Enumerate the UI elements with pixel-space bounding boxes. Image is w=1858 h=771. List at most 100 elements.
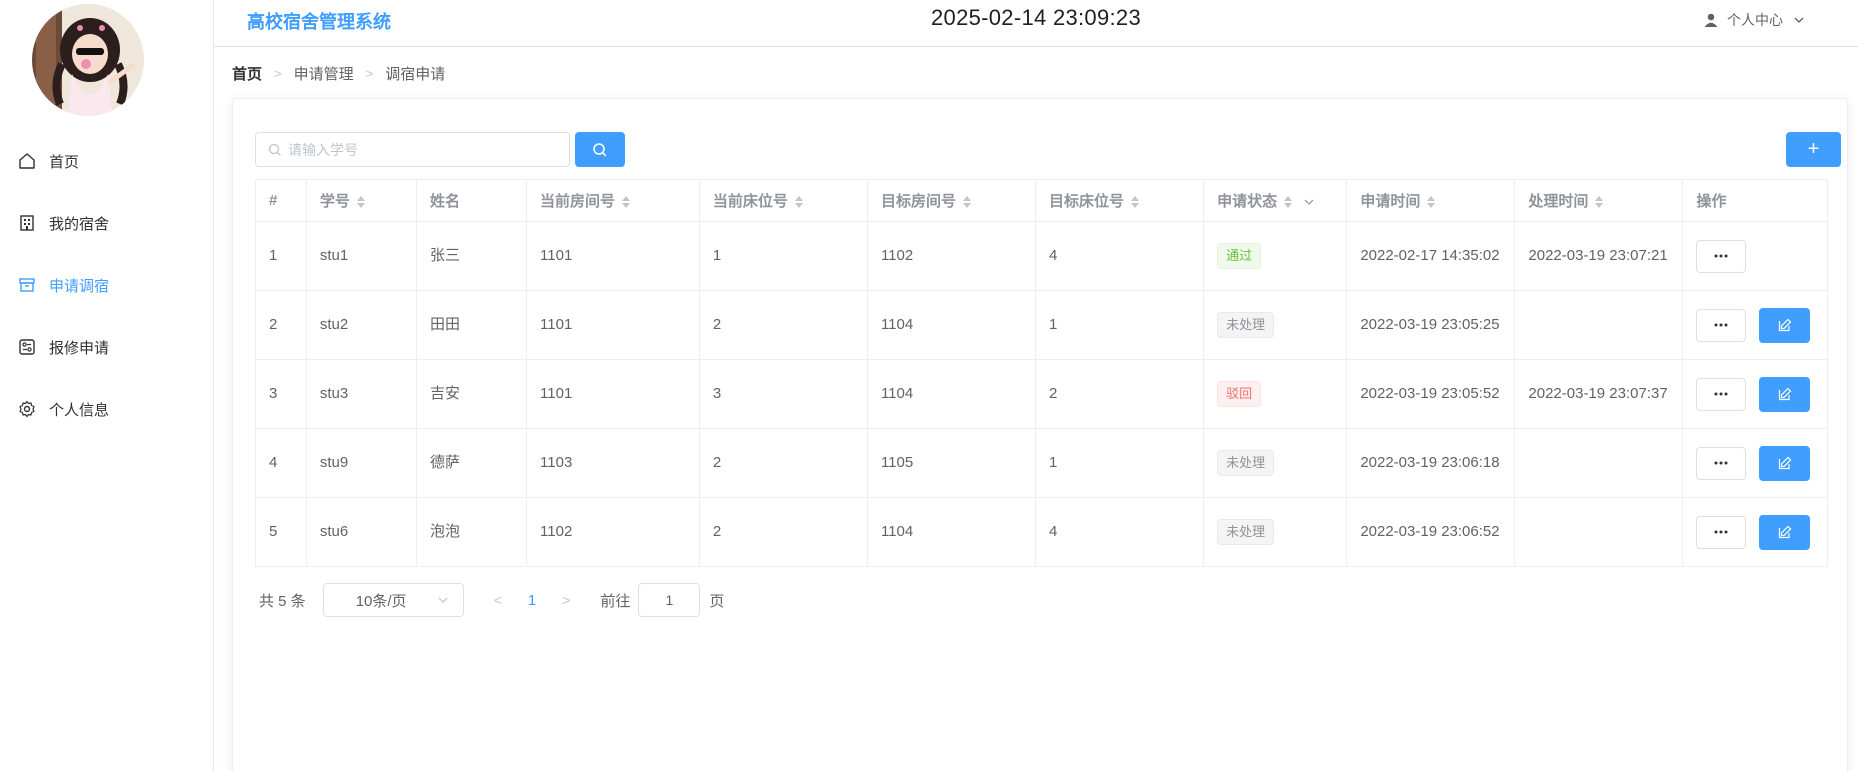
sidebar-item-apply-transfer[interactable]: 申请调宿 [0,254,213,316]
sidebar-item-profile[interactable]: 个人信息 [0,378,213,440]
cell-idx: 5 [255,497,307,567]
sort-icon[interactable] [1130,195,1140,209]
more-button[interactable] [1696,308,1747,342]
more-icon [1714,461,1728,465]
goto-suffix: 页 [709,592,725,610]
more-button[interactable] [1696,515,1747,549]
column-header-student-id[interactable]: 学号 [305,179,417,222]
cell-idx: 4 [255,428,307,498]
cell-target-room: 1105 [866,428,1037,498]
goto-label: 前往 [600,592,631,610]
cell-apply-time: 2022-03-19 23:05:52 [1346,359,1516,429]
cell-status: 未处理 [1203,428,1348,498]
breadcrumb-apply-manage: 申请管理 [293,66,354,83]
edit-button[interactable] [1759,307,1811,343]
cell-idx: 3 [255,359,307,429]
sort-icon[interactable] [356,195,366,209]
sidebar: 首页 我的宿舍 申请调宿 报修申请 个人信息 [0,0,214,771]
cell-target-bed: 4 [1035,221,1205,291]
cell-apply-time: 2022-03-19 23:06:52 [1346,497,1516,567]
column-header-current-room[interactable]: 当前房间号 [526,179,700,222]
column-header-name: 姓名 [415,179,528,222]
cell-actions [1682,359,1828,429]
table-header-row: # 学号 姓名 当前房间号 当前床位号 目标房间号 目标床位号 申请状态 申请时… [255,179,1828,222]
column-header-target-room[interactable]: 目标房间号 [866,179,1037,222]
column-header-handle-time[interactable]: 处理时间 [1514,179,1684,222]
system-title: 高校宿舍管理系统 [247,12,391,32]
breadcrumb-separator-icon: > [365,66,374,81]
sidebar-item-label: 我的宿舍 [49,215,110,233]
more-icon [1714,254,1728,258]
edit-icon [1778,318,1792,332]
cell-cur-room: 1101 [526,359,700,429]
cell-target-bed: 1 [1035,428,1205,498]
cell-handle-time [1514,428,1684,498]
sidebar-item-label: 个人信息 [49,401,110,419]
cell-student-id: stu1 [305,221,417,291]
cell-cur-bed: 2 [698,428,868,498]
cell-status: 驳回 [1203,359,1348,429]
more-button[interactable] [1696,446,1747,480]
goto-page-input[interactable] [638,583,701,617]
sidebar-item-my-dorm[interactable]: 我的宿舍 [0,192,213,254]
status-badge: 通过 [1217,243,1262,269]
filter-chevron-icon[interactable] [1303,196,1315,208]
transfer-application-table: # 学号 姓名 当前房间号 当前床位号 目标房间号 目标床位号 申请状态 申请时… [255,179,1828,567]
edit-button[interactable] [1759,514,1811,550]
breadcrumb-separator-icon: > [274,66,282,81]
cell-handle-time: 2022-03-19 23:07:21 [1514,221,1684,291]
column-header-index: # [255,179,307,222]
next-page-icon[interactable]: > [562,592,570,608]
page-number-current[interactable]: 1 [528,592,536,609]
student-id-search-input[interactable] [288,141,558,158]
sort-icon[interactable] [621,195,631,209]
sidebar-item-repair[interactable]: 报修申请 [0,316,213,378]
gear-icon [18,400,36,418]
cell-actions [1682,290,1828,360]
breadcrumb-home[interactable]: 首页 [232,63,262,84]
edit-icon [1778,387,1792,401]
cell-actions [1682,221,1828,291]
search-button[interactable] [575,132,625,167]
cell-target-bed: 1 [1035,290,1205,360]
cell-name: 田田 [415,290,528,360]
avatar[interactable] [32,4,144,116]
total-count: 共 5 条 [259,592,306,610]
cell-cur-bed: 2 [698,290,868,360]
edit-button[interactable] [1759,376,1811,412]
sidebar-item-home[interactable]: 首页 [0,130,213,192]
sort-icon[interactable] [1426,195,1436,209]
sort-icon[interactable] [962,195,972,209]
column-header-apply-time[interactable]: 申请时间 [1346,179,1516,222]
table-row: 5 stu6 泡泡 1102 2 1104 4 未处理 2022-03-19 23:06:52 [255,497,1828,567]
more-button[interactable] [1696,239,1747,273]
cell-cur-bed: 1 [698,221,868,291]
cell-cur-bed: 2 [698,497,868,567]
prev-page-icon[interactable]: < [494,592,502,608]
add-button[interactable]: + [1786,132,1841,167]
edit-icon [1778,456,1792,470]
cell-cur-room: 1101 [526,290,700,360]
more-button[interactable] [1696,377,1747,411]
cell-status: 未处理 [1203,497,1348,567]
column-header-current-bed[interactable]: 当前床位号 [698,179,868,222]
column-header-target-bed[interactable]: 目标床位号 [1035,179,1205,222]
cell-cur-room: 1102 [526,497,700,567]
edit-button[interactable] [1759,445,1811,481]
column-header-status[interactable]: 申请状态 [1203,179,1348,222]
home-icon [18,152,36,170]
user-center-dropdown[interactable]: 个人中心 [1703,10,1813,30]
sort-icon[interactable] [1283,195,1293,209]
table-row: 2 stu2 田田 1101 2 1104 1 未处理 2022-03-19 23:05:25 [255,290,1828,360]
sidebar-item-label: 申请调宿 [49,277,110,295]
sort-icon[interactable] [1594,195,1604,209]
chevron-down-icon [1794,17,1804,23]
breadcrumb-current: 调宿申请 [385,66,446,83]
status-badge: 驳回 [1217,381,1262,407]
sort-icon[interactable] [794,195,804,209]
cell-idx: 1 [255,221,307,291]
page-size-select[interactable]: 10条/页 [322,583,464,617]
cell-name: 张三 [415,221,528,291]
cell-handle-time [1514,290,1684,360]
pagination: 共 5 条 10条/页 < 1 > 前往 页 [259,583,724,617]
